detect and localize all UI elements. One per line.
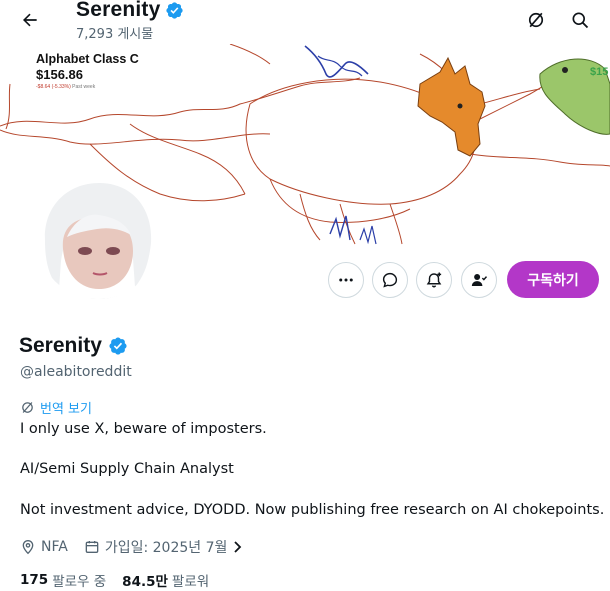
following-count: 175 <box>20 572 49 588</box>
message-button[interactable] <box>372 262 408 298</box>
location-item: NFA <box>20 539 68 555</box>
followers-label: 팔로워 <box>171 574 210 590</box>
top-bar: Serenity 7,293 게시물 <box>0 0 610 44</box>
verified-badge-icon[interactable] <box>108 336 128 356</box>
search-button[interactable] <box>564 4 596 36</box>
stock-price: $156.86 <box>36 67 83 82</box>
back-button[interactable] <box>14 4 46 36</box>
translate-bio-link[interactable]: 번역 보기 <box>20 398 92 417</box>
location-pin-icon <box>22 539 34 555</box>
profile-name-row: Serenity <box>19 334 128 358</box>
banner-corner-text: $15 <box>590 66 609 78</box>
translate-label: 번역 보기 <box>40 402 92 417</box>
verified-badge-icon <box>166 1 184 19</box>
avatar-image <box>37 177 159 299</box>
followers-link[interactable]: 84.5만 팔로워 <box>122 570 209 590</box>
bio-line: I only use X, beware of imposters. <box>20 421 267 437</box>
location-text: NFA <box>41 539 68 555</box>
profile-handle: @aleabitoreddit <box>20 364 132 380</box>
search-icon <box>572 12 589 29</box>
calendar-icon <box>85 541 99 553</box>
following-label: 팔로우 중 <box>52 574 107 590</box>
translate-icon <box>22 402 33 413</box>
back-arrow-icon <box>23 13 37 27</box>
translate-button[interactable] <box>520 4 552 36</box>
more-dots-icon <box>339 278 353 282</box>
bell-plus-icon <box>426 272 442 288</box>
header-title-block: Serenity 7,293 게시물 <box>76 0 184 42</box>
joined-date[interactable]: 가입일: 2025년 7월 <box>84 537 245 557</box>
followers-count: 84.5만 <box>122 574 168 590</box>
stock-change-row: -$8.64 (-5.33%) Past week <box>36 84 95 90</box>
person-check-icon <box>471 274 488 286</box>
subscribe-button[interactable]: 구독하기 <box>507 261 599 298</box>
message-icon <box>382 272 398 288</box>
profile-name: Serenity <box>19 334 102 357</box>
follow-stats: 175 팔로우 중 84.5만 팔로워 <box>20 570 209 590</box>
translate-icon <box>528 12 544 28</box>
header-title: Serenity <box>76 0 161 21</box>
chevron-right-icon <box>234 541 242 553</box>
avatar[interactable] <box>34 174 162 302</box>
stock-period: Past week <box>72 84 96 90</box>
stock-name: Alphabet Class C <box>36 52 139 66</box>
joined-text: 가입일: 2025년 7월 <box>104 540 228 556</box>
profile-meta: NFA 가입일: 2025년 7월 <box>20 537 244 557</box>
more-button[interactable] <box>328 262 364 298</box>
following-button[interactable] <box>461 262 497 298</box>
bio-line: AI/Semi Supply Chain Analyst <box>20 461 234 477</box>
bio-line: Not investment advice, DYODD. Now publis… <box>20 502 605 518</box>
post-count: 7,293 게시물 <box>76 27 154 42</box>
notify-button[interactable] <box>416 262 452 298</box>
stock-change: -$8.64 (-5.33%) <box>36 84 71 90</box>
following-link[interactable]: 175 팔로우 중 <box>20 570 106 590</box>
